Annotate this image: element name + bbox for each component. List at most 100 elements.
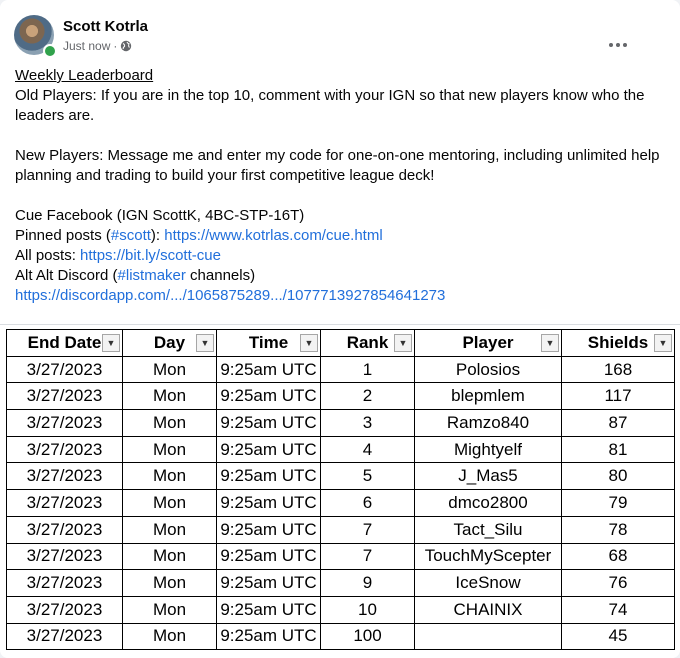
filter-active-icon[interactable]: ▼ [300, 334, 318, 352]
player-cell: Tact_Silu [414, 515, 562, 544]
shields-cell: 80 [561, 462, 675, 491]
header-label: End Date [27, 332, 102, 352]
header-shields: Shields ▼ [561, 329, 675, 357]
post-text: Weekly Leaderboard Old Players: If you a… [15, 66, 665, 306]
header-day: Day ▼ [122, 329, 217, 357]
table-row: 3/27/2023 Mon 9:25am UTC 1 Polosios 168 [6, 355, 675, 384]
end-date-cell: 3/27/2023 [6, 435, 123, 464]
table-header-row: End Date ▼ Day ▼ Time ▼ Rank ▼ Player ▼ Shiel… [6, 329, 675, 357]
day-cell: Mon [122, 622, 217, 651]
rank-cell: 10 [320, 595, 415, 624]
shields-cell: 87 [561, 409, 675, 437]
cue-facebook-text: Cue Facebook (IGN ScottK, 4BC-STP-16T) [15, 207, 305, 224]
player-cell: dmco2800 [414, 489, 562, 517]
alt-discord-line: Alt Alt Discord (#listmaker channels) [15, 266, 665, 286]
leaderboard-image[interactable]: End Date ▼ Day ▼ Time ▼ Rank ▼ Player ▼ Shiel… [0, 324, 680, 658]
table-row: 3/27/2023 Mon 9:25am UTC 10 CHAINIX 74 [6, 595, 675, 624]
discord-link[interactable]: https://discordapp.com/.../1065875289...… [15, 287, 445, 304]
header-label: Rank [346, 332, 389, 352]
header-rank: Rank ▼ [320, 329, 415, 357]
day-cell: Mon [122, 382, 217, 411]
day-cell: Mon [122, 515, 217, 544]
new-players-text: New Players: Message me and enter my cod… [15, 147, 660, 184]
more-options-button[interactable] [606, 33, 630, 57]
dropdown-arrow-icon[interactable]: ▼ [394, 334, 412, 352]
rank-cell: 2 [320, 382, 415, 411]
header-label: Player [462, 332, 514, 352]
alt-suffix: channels) [185, 267, 256, 284]
post-time[interactable]: Just now [63, 39, 110, 53]
shields-cell: 68 [561, 542, 675, 571]
more-dot-icon [623, 43, 627, 47]
day-cell: Mon [122, 489, 217, 517]
filter-active-icon[interactable]: ▼ [196, 334, 214, 352]
table-body: 3/27/2023 Mon 9:25am UTC 1 Polosios 168 3/27/2… [6, 355, 675, 651]
time-cell: 9:25am UTC [216, 622, 321, 651]
post-meta: Just now · [63, 39, 132, 53]
day-cell: Mon [122, 435, 217, 464]
player-cell [414, 622, 562, 651]
end-date-cell: 3/27/2023 [6, 409, 123, 437]
time-cell: 9:25am UTC [216, 542, 321, 571]
header-player: Player ▼ [414, 329, 562, 357]
time-cell: 9:25am UTC [216, 355, 321, 384]
rank-cell: 100 [320, 622, 415, 651]
time-cell: 9:25am UTC [216, 595, 321, 624]
filter-active-icon[interactable]: ▼ [102, 334, 120, 352]
hashtag-listmaker-link[interactable]: #listmaker [118, 267, 186, 284]
shields-cell: 168 [561, 355, 675, 384]
day-cell: Mon [122, 595, 217, 624]
dropdown-arrow-icon[interactable]: ▼ [654, 334, 672, 352]
kotrlas-link[interactable]: https://www.kotrlas.com/cue.html [164, 227, 382, 244]
old-players-text: Old Players: If you are in the top 10, c… [15, 87, 645, 124]
rank-cell: 6 [320, 489, 415, 517]
shields-cell: 79 [561, 489, 675, 517]
dropdown-arrow-icon[interactable]: ▼ [541, 334, 559, 352]
post-header: Scott Kotrla Just now · [14, 15, 654, 58]
table-row: 3/27/2023 Mon 9:25am UTC 7 TouchMyScepter 68 [6, 542, 675, 571]
author-name[interactable]: Scott Kotrla [63, 18, 148, 35]
more-dot-icon [609, 43, 613, 47]
pinned-prefix: Pinned posts ( [15, 227, 111, 244]
end-date-cell: 3/27/2023 [6, 515, 123, 544]
time-cell: 9:25am UTC [216, 462, 321, 491]
table-row: 3/27/2023 Mon 9:25am UTC 6 dmco2800 79 [6, 489, 675, 517]
player-cell: Ramzo840 [414, 409, 562, 437]
rank-cell: 5 [320, 462, 415, 491]
end-date-cell: 3/27/2023 [6, 622, 123, 651]
shields-cell: 74 [561, 595, 675, 624]
player-cell: blepmlem [414, 382, 562, 411]
rank-cell: 9 [320, 569, 415, 597]
globe-icon[interactable] [120, 40, 132, 52]
bitly-link[interactable]: https://bit.ly/scott-cue [80, 247, 221, 264]
day-cell: Mon [122, 355, 217, 384]
header-label: Time [248, 332, 289, 352]
table-row: 3/27/2023 Mon 9:25am UTC 4 Mightyelf 81 [6, 435, 675, 464]
time-cell: 9:25am UTC [216, 435, 321, 464]
rank-cell: 7 [320, 542, 415, 571]
leaderboard-table: End Date ▼ Day ▼ Time ▼ Rank ▼ Player ▼ Shiel… [6, 329, 675, 651]
end-date-cell: 3/27/2023 [6, 489, 123, 517]
table-row: 3/27/2023 Mon 9:25am UTC 3 Ramzo840 87 [6, 409, 675, 437]
all-posts-line: All posts: https://bit.ly/scott-cue [15, 246, 665, 266]
player-cell: J_Mas5 [414, 462, 562, 491]
all-posts-prefix: All posts: [15, 247, 81, 264]
end-date-cell: 3/27/2023 [6, 595, 123, 624]
shields-cell: 81 [561, 435, 675, 464]
post-heading: Weekly Leaderboard [15, 67, 154, 84]
shields-cell: 78 [561, 515, 675, 544]
day-cell: Mon [122, 569, 217, 597]
time-cell: 9:25am UTC [216, 489, 321, 517]
end-date-cell: 3/27/2023 [6, 569, 123, 597]
time-cell: 9:25am UTC [216, 382, 321, 411]
shields-cell: 45 [561, 622, 675, 651]
meta-separator: · [113, 39, 118, 53]
player-cell: Polosios [414, 355, 562, 384]
alt-prefix: Alt Alt Discord ( [15, 267, 118, 284]
hashtag-scott-link[interactable]: #scott [111, 227, 151, 244]
rank-cell: 4 [320, 435, 415, 464]
table-row: 3/27/2023 Mon 9:25am UTC 100 45 [6, 622, 675, 651]
day-cell: Mon [122, 462, 217, 491]
rank-cell: 3 [320, 409, 415, 437]
day-cell: Mon [122, 409, 217, 437]
